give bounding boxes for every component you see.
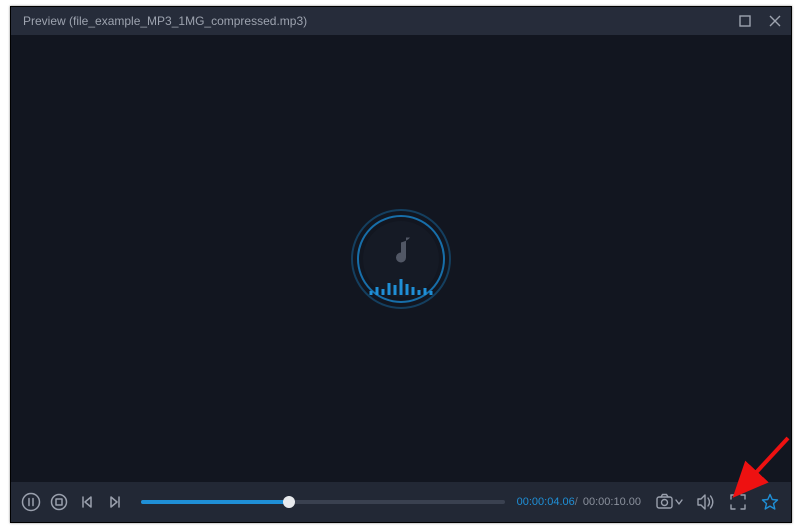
stop-button[interactable] <box>47 490 71 514</box>
time-separator: / <box>575 496 581 508</box>
chevron-down-icon <box>676 500 682 504</box>
camera-icon <box>657 495 672 509</box>
title-bar: Preview (file_example_MP3_1MG_compressed… <box>11 7 791 35</box>
window-title: Preview (file_example_MP3_1MG_compressed… <box>23 14 307 28</box>
stop-icon <box>50 493 68 511</box>
close-icon <box>769 15 781 27</box>
equalizer-icon <box>370 279 433 295</box>
time-display: 00:00:04.06/ 00:00:10.00 <box>517 496 641 508</box>
audio-placeholder <box>351 209 451 309</box>
window-controls <box>737 13 783 29</box>
maximize-icon <box>739 15 751 27</box>
music-note-icon <box>386 233 416 272</box>
next-track-icon <box>107 494 123 510</box>
next-button[interactable] <box>103 490 127 514</box>
seek-progress <box>141 500 289 504</box>
pause-icon <box>21 492 41 512</box>
previous-track-icon <box>79 494 95 510</box>
pause-button[interactable] <box>19 490 43 514</box>
snapshot-button[interactable] <box>655 491 685 513</box>
close-button[interactable] <box>767 13 783 29</box>
star-icon <box>761 493 779 511</box>
seek-bar[interactable] <box>141 500 505 504</box>
favorite-button[interactable] <box>759 491 781 513</box>
right-controls <box>655 491 781 513</box>
fullscreen-icon <box>729 493 747 511</box>
current-time: 00:00:04.06 <box>517 496 575 508</box>
seek-thumb[interactable] <box>283 496 295 508</box>
speaker-icon <box>696 493 716 511</box>
preview-window: Preview (file_example_MP3_1MG_compressed… <box>10 6 792 523</box>
volume-button[interactable] <box>695 491 717 513</box>
fullscreen-button[interactable] <box>727 491 749 513</box>
media-view <box>11 35 791 482</box>
control-bar: 00:00:04.06/ 00:00:10.00 <box>11 482 791 522</box>
total-time: 00:00:10.00 <box>583 496 641 508</box>
maximize-button[interactable] <box>737 13 753 29</box>
previous-button[interactable] <box>75 490 99 514</box>
